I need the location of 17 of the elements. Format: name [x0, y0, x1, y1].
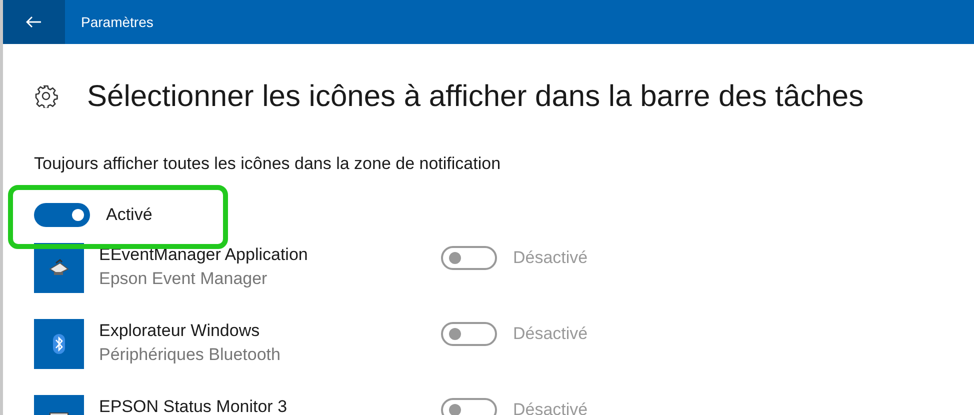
toggle-state-text: Désactivé: [513, 322, 588, 345]
toggle-state-text: Désactivé: [513, 398, 588, 415]
app-name: EPSON Status Monitor 3: [99, 396, 288, 415]
toggle-state-text: Activé: [106, 204, 152, 226]
window-title: Paramètres: [81, 12, 154, 32]
app-name: Explorateur Windows: [99, 320, 261, 342]
bluetooth-icon: [53, 334, 65, 354]
toggle-switch[interactable]: [34, 202, 90, 226]
app-description: Périphériques Bluetooth: [99, 344, 282, 366]
app-description: Epson Event Manager: [99, 268, 268, 290]
settings-icon: [34, 84, 58, 108]
app-name: EEventManager Application: [99, 244, 309, 266]
toggle-state-text: Désactivé: [513, 246, 588, 269]
printer-icon: [48, 258, 70, 276]
back-arrow-icon: [26, 16, 42, 28]
page-heading: Sélectionner les icônes à afficher dans la barre des tâches: [87, 78, 864, 114]
setting-label: Toujours afficher toutes les icônes dans la zone de notification: [34, 153, 502, 175]
